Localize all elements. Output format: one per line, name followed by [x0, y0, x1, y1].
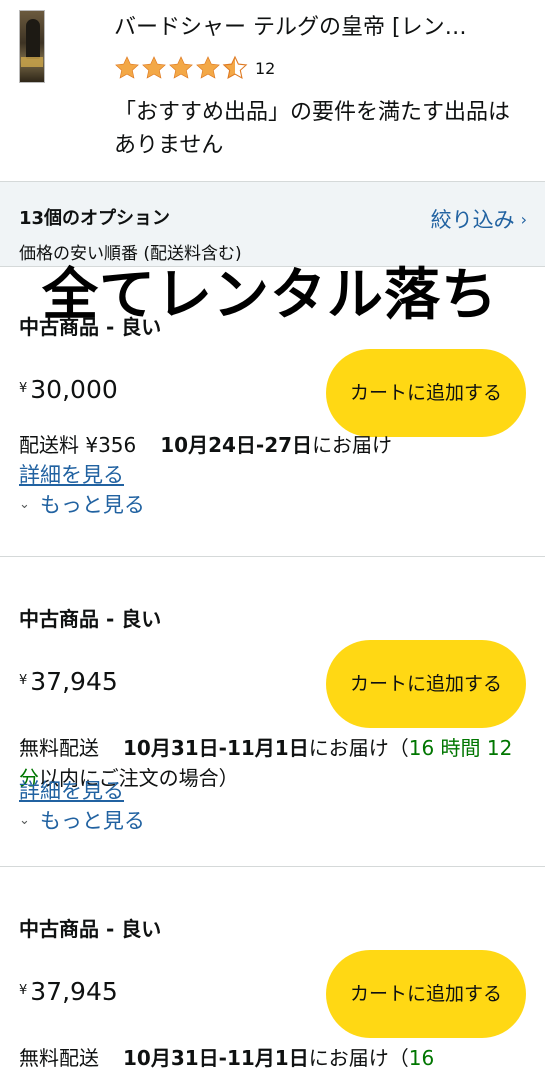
delivery-date: 10月24日-27日	[160, 433, 313, 457]
offer-price: ¥ 37,945	[19, 977, 118, 1006]
offer-card: 中古商品 - 良い ¥ 37,945 カートに追加する 無料配送 10月31日-1…	[0, 557, 545, 867]
offer-card: 中古商品 - 良い ¥ 30,000 カートに追加する 配送料 ¥356 10月2…	[0, 267, 545, 557]
no-featured-offer-notice: 「おすすめ出品」の要件を満たす出品はありません	[114, 100, 511, 158]
delivery-suffix: にお届け	[312, 433, 393, 457]
add-to-cart-button[interactable]: カートに追加する	[326, 640, 526, 728]
star-rating-icon	[114, 55, 249, 81]
add-to-cart-button[interactable]: カートに追加する	[326, 950, 526, 1038]
currency-symbol: ¥	[19, 673, 28, 688]
delivery-suffix: にお届け（	[308, 736, 409, 760]
product-header: バードシャー テルグの皇帝 [レン… 12 「おすすめ出品」の要件を満たす出品は…	[0, 0, 545, 182]
offer-price: ¥ 30,000	[19, 375, 118, 404]
offer-condition: 中古商品 - 良い	[19, 917, 162, 941]
currency-symbol: ¥	[19, 381, 28, 396]
see-details-link[interactable]: 詳細を見る	[19, 459, 124, 489]
chevron-down-icon: ⌄	[19, 812, 30, 828]
shipping-fee: 配送料 ¥356	[19, 433, 137, 457]
star-half-icon	[222, 55, 248, 80]
see-details-link[interactable]: 詳細を見る	[19, 775, 124, 805]
delivery-date: 10月31日-11月1日	[123, 1046, 309, 1070]
offer-condition: 中古商品 - 良い	[19, 315, 162, 339]
chevron-down-icon: ⌄	[19, 496, 30, 512]
product-title[interactable]: バードシャー テルグの皇帝 [レン…	[114, 12, 514, 44]
filter-link[interactable]: 絞り込み ›	[431, 204, 527, 234]
star-full-icon	[196, 56, 220, 79]
offer-card: 中古商品 - 良い ¥ 37,945 カートに追加する 無料配送 10月31日-1…	[0, 867, 545, 1070]
shipping-fee: 無料配送	[19, 1046, 99, 1070]
offer-condition: 中古商品 - 良い	[19, 607, 162, 631]
rating-count: 12	[255, 58, 276, 78]
offer-price: ¥ 37,945	[19, 667, 118, 696]
price-value: 30,000	[30, 375, 118, 404]
sort-order-label: 価格の安い順番 (配送料含む)	[19, 244, 242, 264]
rating-row[interactable]: 12	[114, 53, 275, 83]
star-full-icon	[169, 56, 193, 79]
delivery-info: 配送料 ¥356 10月24日-27日にお届け	[19, 430, 519, 460]
see-more-link[interactable]: ⌄ もっと見る	[19, 489, 145, 519]
chevron-right-icon: ›	[520, 209, 527, 229]
price-value: 37,945	[30, 667, 118, 696]
filter-label: 絞り込み	[430, 208, 515, 232]
star-full-icon	[142, 56, 166, 79]
delivery-info: 無料配送 10月31日-11月1日にお届け（16	[19, 1043, 519, 1073]
delivery-suffix: にお届け（	[308, 1046, 409, 1070]
option-count: 13個のオプション	[19, 208, 171, 229]
star-full-icon	[115, 56, 139, 79]
price-value: 37,945	[30, 977, 118, 1006]
offer-listing-page: バードシャー テルグの皇帝 [レン… 12 「おすすめ出品」の要件を満たす出品は…	[0, 0, 545, 1080]
order-countdown: 16	[408, 1046, 435, 1070]
see-more-link[interactable]: ⌄ もっと見る	[19, 805, 145, 835]
shipping-fee: 無料配送	[19, 736, 99, 760]
add-to-cart-button[interactable]: カートに追加する	[326, 349, 526, 437]
currency-symbol: ¥	[19, 983, 28, 998]
product-thumbnail[interactable]	[19, 10, 45, 83]
options-bar: 13個のオプション 価格の安い順番 (配送料含む) 絞り込み ›	[0, 182, 545, 267]
see-more-label: もっと見る	[39, 809, 145, 833]
see-more-label: もっと見る	[39, 493, 145, 517]
delivery-date: 10月31日-11月1日	[123, 736, 309, 760]
